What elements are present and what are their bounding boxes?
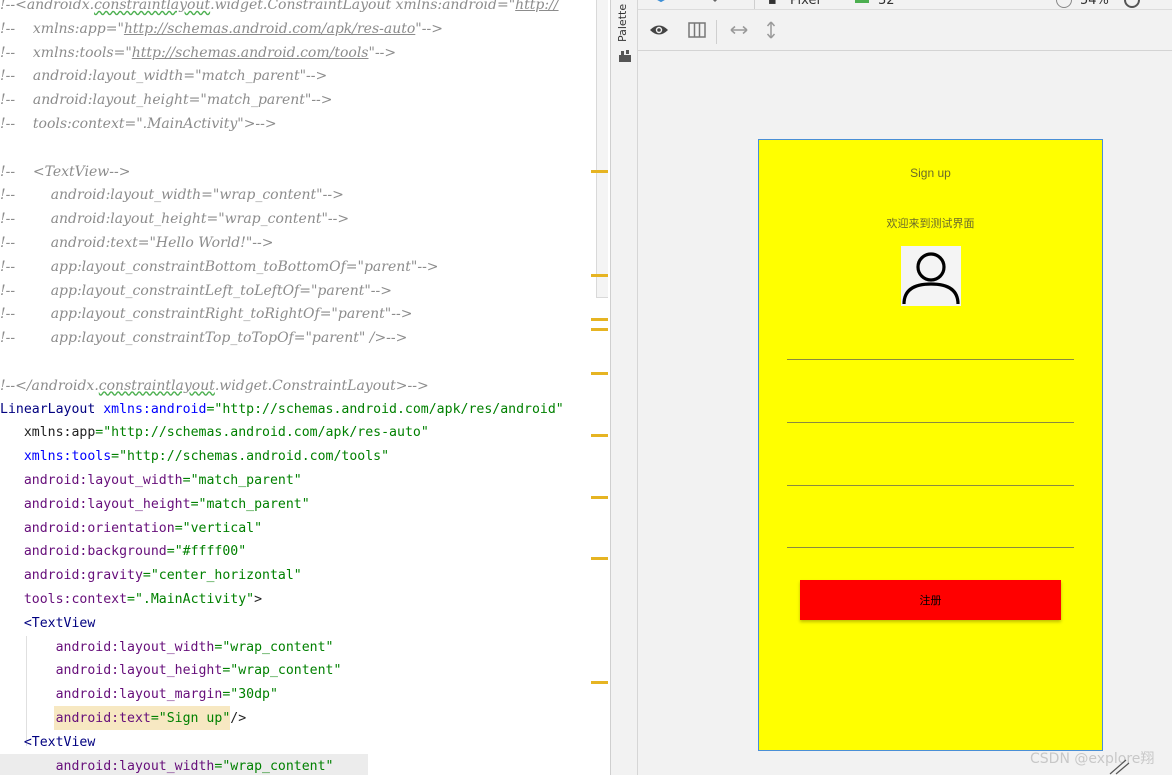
change-marker[interactable] [591,434,608,437]
code-line: xmlns:app="http://schemas.android.com/ap… [23,425,429,441]
palette-strip [610,0,638,775]
code-line: android:layout_width="wrap_content" [55,758,334,774]
change-marker[interactable] [591,318,608,321]
avatar-image[interactable] [901,246,961,306]
comment-line: !-- xmlns:app="http://schemas.android.co… [0,20,443,37]
input-field-1[interactable] [787,359,1074,360]
comment-line: !-- android:layout_height="match_parent"… [0,92,333,109]
change-marker[interactable] [591,557,608,560]
comment-line: !--<androidx.constraintlayout.widget.Con… [0,0,559,13]
comment-line: !--</androidx.constraintlayout.widget.Co… [0,377,429,394]
comment-line: !-- app:layout_constraintLeft_toLeftOf="… [0,282,392,299]
design-mode-icon[interactable] [650,0,672,8]
palette-tab[interactable]: Palette [616,2,632,44]
component-tree-icon[interactable] [618,49,632,63]
code-line: android:layout_height="wrap_content" [55,663,342,679]
signup-title[interactable]: Sign up [759,166,1102,180]
comment-line: !-- <TextView--> [0,163,131,180]
horizontal-resize-icon[interactable] [729,20,749,40]
comment-line: !-- tools:context=".MainActivity">--> [0,116,277,132]
comment-line: !-- android:layout_height="wrap_content"… [0,211,350,228]
code-line: android:layout_height="match_parent" [23,496,310,512]
vertical-resize-icon[interactable] [761,20,781,40]
change-marker[interactable] [591,681,608,684]
comment-line: !-- android:text="Hello World!"--> [0,235,274,251]
comment-line: !-- app:layout_constraintRight_toRightOf… [0,306,413,323]
resize-handle-icon[interactable] [1108,758,1130,775]
toolbar-divider [754,0,755,9]
design-toolbar [638,11,1172,51]
code-line: LinearLayout xmlns:android="http://schem… [0,401,564,417]
change-marker[interactable] [591,274,608,277]
change-marker[interactable] [591,328,608,331]
layout-preview[interactable]: Sign up 欢迎来到测试界面 注册 [758,139,1103,751]
code-line: <TextView [23,734,96,750]
api-level-selector[interactable]: 32 [878,0,895,8]
top-toolbar-partial: ▪ Pixel 32 54% [638,0,1172,10]
code-line: android:layout_width="wrap_content" [55,639,334,655]
register-button[interactable]: 注册 [800,580,1061,620]
eye-icon[interactable] [649,20,669,40]
code-line: <TextView [23,615,96,631]
code-line: android:orientation="vertical" [23,520,263,536]
code-line: android:gravity="center_horizontal" [23,568,302,584]
zoom-level: 54% [1080,0,1109,8]
change-marker[interactable] [591,170,608,173]
toolbar-divider [716,20,717,44]
comment-line: !-- android:layout_width="wrap_content"-… [0,187,344,204]
welcome-text[interactable]: 欢迎来到测试界面 [759,215,1102,231]
zoom-in-icon[interactable] [1124,0,1140,8]
code-line: android:background="#ffff00" [23,544,247,560]
api-icon [855,0,869,3]
device-icon[interactable]: ▪ [768,0,777,8]
input-field-3[interactable] [787,485,1074,486]
editor-scrollbar[interactable] [596,0,608,298]
blueprint-icon[interactable] [687,20,707,40]
input-field-4[interactable] [787,547,1074,548]
change-marker[interactable] [591,372,608,375]
input-field-2[interactable] [787,422,1074,423]
code-editor[interactable]: !--<androidx.constraintlayout.widget.Con… [0,0,610,775]
zoom-out-icon[interactable] [1056,0,1072,8]
code-line: android:text="Sign up"/> [55,711,247,726]
comment-line: !-- app:layout_constraintBottom_toBottom… [0,258,439,275]
code-line: xmlns:tools="http://schemas.android.com/… [23,449,390,465]
comment-line: !-- android:layout_width="match_parent"-… [0,68,328,85]
code-line: tools:context=".MainActivity"> [23,592,263,607]
watermark: CSDN @explore翔 [1030,751,1155,767]
change-marker[interactable] [591,496,608,499]
theme-icon[interactable] [706,0,726,8]
comment-line: !-- app:layout_constraintTop_toTopOf="pa… [0,330,408,347]
code-line: android:layout_margin="30dp" [55,687,278,703]
code-line: android:layout_width="match_parent" [23,473,302,488]
device-selector[interactable]: Pixel [790,0,820,8]
comment-line: !-- xmlns:tools="http://schemas.android.… [0,44,397,61]
